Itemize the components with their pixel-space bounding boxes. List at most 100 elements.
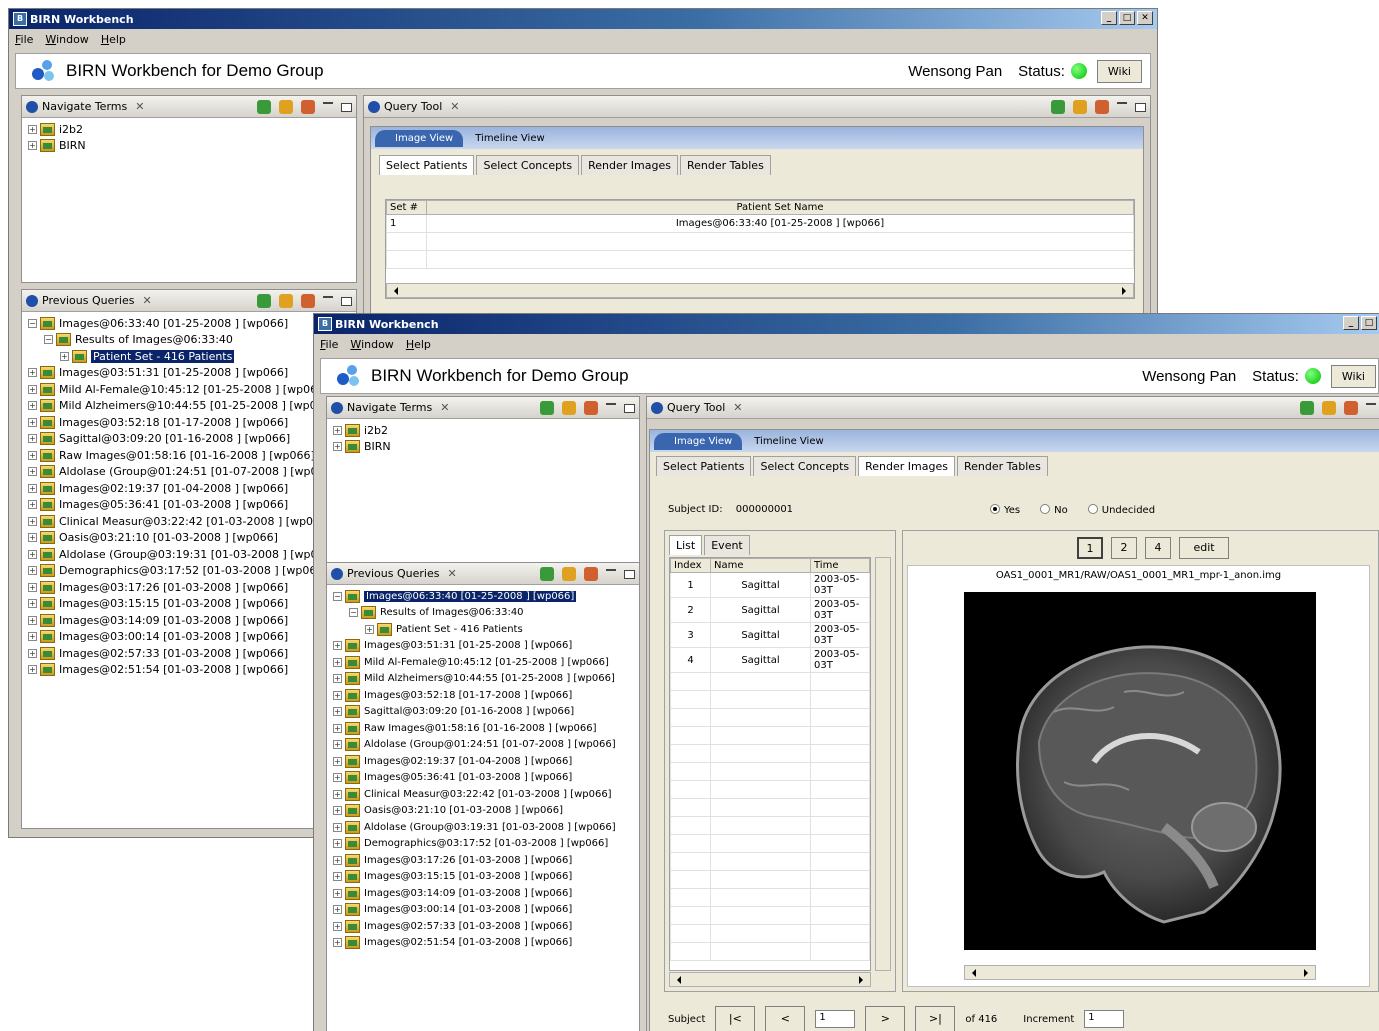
last-button[interactable]: >| [915,1006,956,1031]
expand-icon[interactable]: + [333,756,342,766]
col-name[interactable]: Name [710,558,811,573]
table-row[interactable]: 2 Sagittal 2003-05-03T [670,597,870,623]
tree-item[interactable]: + BIRN [28,138,350,155]
tree-item[interactable]: + Sagittal@03:09:20 [01-16-2008 ] [wp066] [333,704,633,721]
expand-icon[interactable]: + [28,124,37,134]
collapse-icon[interactable]: − [44,335,53,345]
export-icon[interactable] [1073,100,1087,114]
tree-item[interactable]: + Images@02:19:37 [01-04-2008 ] [wp066] [333,753,633,770]
navigate-title[interactable]: Navigate Terms [42,100,127,113]
expand-icon[interactable]: + [333,888,342,898]
maximize-icon[interactable]: □ [1119,11,1135,25]
tab-render-tables[interactable]: Render Tables [956,456,1048,476]
import-icon[interactable] [584,401,598,415]
edit-button[interactable]: edit [1179,537,1229,559]
radio-yes[interactable]: Yes [990,504,1020,516]
maximize-view-icon[interactable] [624,403,635,413]
tree-item[interactable]: + Images@02:51:54 [01-03-2008 ] [wp066] [333,935,633,952]
expand-icon[interactable]: + [333,773,342,783]
tree-item[interactable]: + Images@03:00:14 [01-03-2008 ] [wp066] [333,902,633,919]
tree-item[interactable]: + Images@03:14:09 [01-03-2008 ] [wp066] [333,885,633,902]
tree-item[interactable]: + Oasis@03:21:10 [01-03-2008 ] [wp066] [28,530,350,547]
export-icon[interactable] [279,294,293,308]
tree-item[interactable]: + Images@03:17:26 [01-03-2008 ] [wp066] [333,852,633,869]
close-view-icon[interactable]: ✕ [447,567,456,580]
tree-item[interactable]: + Aldolase (Group@03:19:31 [01-03-2008 ] … [28,546,350,563]
tab-render-images[interactable]: Render Images [858,456,955,476]
tree-item[interactable]: + Images@02:57:33 [01-03-2008 ] [wp066] [333,918,633,935]
expand-icon[interactable]: + [28,417,37,427]
import-icon[interactable] [301,294,315,308]
tree-item[interactable]: + Aldolase (Group@01:24:51 [01-07-2008 ] … [28,464,350,481]
expand-icon[interactable]: + [333,425,342,435]
radio-no-icon[interactable] [1040,504,1051,514]
expand-icon[interactable]: + [28,384,37,394]
refresh-icon[interactable] [257,294,271,308]
expand-icon[interactable]: + [333,690,342,700]
tree-item[interactable]: + i2b2 [333,422,633,439]
export-icon[interactable] [562,567,576,581]
expand-icon[interactable]: + [333,855,342,865]
tree-item[interactable]: − Results of Images@06:33:40 [28,332,350,349]
table-row[interactable]: 1 Images@06:33:40 [01-25-2008 ] [wp066] [386,214,1134,233]
tree-item[interactable]: + Aldolase (Group@03:19:31 [01-03-2008 ] … [333,819,633,836]
close-view-icon[interactable]: ✕ [733,401,742,414]
layout-1-button[interactable]: 1 [1077,537,1103,559]
tab-timeline-view[interactable]: Timeline View [742,433,835,450]
tree-item[interactable]: + Images@05:36:41 [01-03-2008 ] [wp066] [333,770,633,787]
menu-window[interactable]: Window [350,338,393,351]
expand-icon[interactable]: + [28,615,37,625]
close-view-icon[interactable]: ✕ [142,294,151,307]
expand-icon[interactable]: + [333,740,342,750]
menu-file[interactable]: File [15,33,33,46]
expand-icon[interactable]: + [333,905,342,915]
tree-item[interactable]: − Images@06:33:40 [01-25-2008 ] [wp066] [333,588,633,605]
tree-item[interactable]: + Patient Set - 416 Patients [28,348,350,365]
tree-item[interactable]: + Images@03:51:31 [01-25-2008 ] [wp066] [333,638,633,655]
refresh-icon[interactable] [1051,100,1065,114]
expand-icon[interactable]: + [28,483,37,493]
import-icon[interactable] [301,100,315,114]
tab-select-concepts[interactable]: Select Concepts [753,456,857,476]
tab-select-patients[interactable]: Select Patients [379,155,475,175]
tab-image-view[interactable]: Image View [375,129,464,147]
col-index[interactable]: Index [670,558,711,573]
menu-window[interactable]: Window [45,33,88,46]
import-icon[interactable] [584,567,598,581]
export-icon[interactable] [279,100,293,114]
expand-icon[interactable]: + [28,500,37,510]
tab-select-patients[interactable]: Select Patients [656,456,752,476]
minimize-view-icon[interactable] [323,102,333,104]
tree-item[interactable]: + Oasis@03:21:10 [01-03-2008 ] [wp066] [333,803,633,820]
collapse-icon[interactable]: − [349,608,358,618]
maximize-view-icon[interactable] [624,569,635,579]
tree-item[interactable]: + Images@03:14:09 [01-03-2008 ] [wp066] [28,612,350,629]
table-row[interactable]: 4 Sagittal 2003-05-03T [670,647,870,673]
tree-item[interactable]: + Clinical Measur@03:22:42 [01-03-2008 ] … [333,786,633,803]
tab-select-concepts[interactable]: Select Concepts [476,155,580,175]
menu-help[interactable]: Help [406,338,431,351]
tree-item[interactable]: − Results of Images@06:33:40 [333,605,633,622]
col-time[interactable]: Time [810,558,870,573]
maximize-icon[interactable]: □ [1361,316,1377,330]
minimize-icon[interactable]: _ [1101,11,1117,25]
tree-item[interactable]: + Images@03:15:15 [01-03-2008 ] [wp066] [28,596,350,613]
list-vertical-scrollbar[interactable] [875,557,891,971]
close-view-icon[interactable]: ✕ [450,100,459,113]
expand-icon[interactable]: + [333,822,342,832]
expand-icon[interactable]: + [28,549,37,559]
tree-item[interactable]: + Images@02:51:54 [01-03-2008 ] [wp066] [28,662,350,679]
tree-item[interactable]: + Mild Al-Female@10:45:12 [01-25-2008 ] [… [333,654,633,671]
tree-item[interactable]: + Images@05:36:41 [01-03-2008 ] [wp066] [28,497,350,514]
maximize-view-icon[interactable] [341,296,352,306]
tree-item[interactable]: − Images@06:33:40 [01-25-2008 ] [wp066] [28,315,350,332]
expand-icon[interactable]: + [333,657,342,667]
expand-icon[interactable]: + [28,141,37,151]
table-row[interactable]: 3 Sagittal 2003-05-03T [670,622,870,648]
tree-item[interactable]: + Mild Alzheimers@10:44:55 [01-25-2008 ] … [28,398,350,415]
tree-item[interactable]: + Raw Images@01:58:16 [01-16-2008 ] [wp06… [333,720,633,737]
expand-icon[interactable]: + [365,624,374,634]
tree-item[interactable]: + Patient Set - 416 Patients [333,621,633,638]
minimize-icon[interactable]: _ [1343,316,1359,330]
collapse-icon[interactable]: − [333,591,342,601]
